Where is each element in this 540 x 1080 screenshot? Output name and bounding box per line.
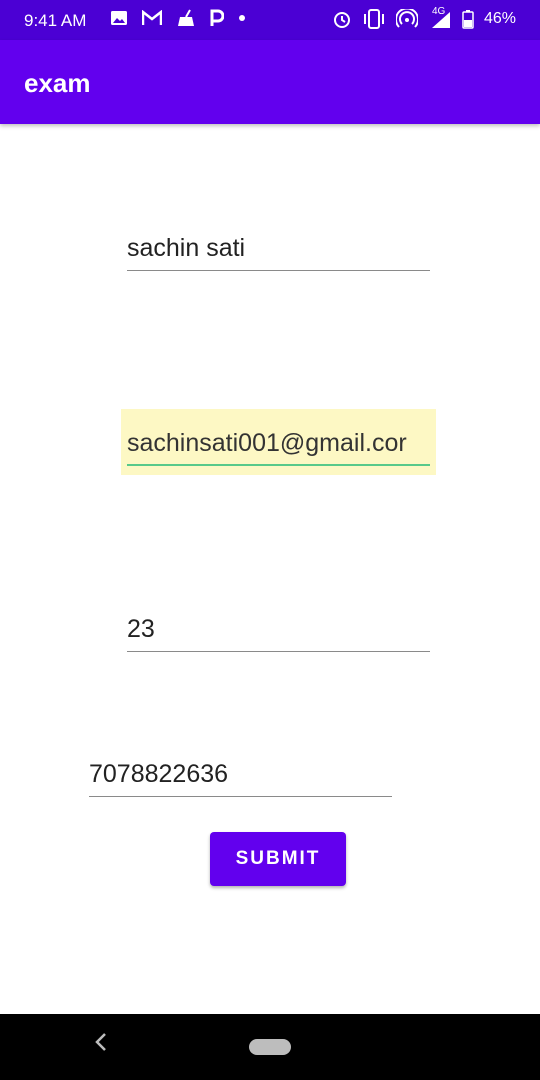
app-title: exam (24, 68, 91, 98)
status-bar: 9:41 AM 4G 46% (0, 0, 540, 40)
back-icon[interactable] (94, 1032, 108, 1052)
alarm-icon (332, 9, 352, 29)
signal-icon: 4G (428, 6, 452, 29)
battery-percent: 46% (483, 10, 516, 27)
name-input[interactable]: sachin sati (127, 234, 430, 271)
paytm-icon (210, 9, 224, 27)
status-time: 9:41 AM (24, 11, 87, 30)
home-pill-icon[interactable] (249, 1039, 291, 1055)
vibrate-icon (362, 9, 386, 29)
submit-button[interactable]: SUBMIT (210, 832, 346, 886)
network-type: 4G (431, 6, 446, 17)
battery-icon (462, 9, 474, 29)
email-field-container: sachinsati001@gmail.cor (121, 409, 436, 475)
email-input[interactable]: sachinsati001@gmail.cor (127, 429, 430, 466)
image-icon (110, 9, 128, 27)
age-input[interactable]: 23 (127, 615, 430, 652)
hotspot-icon (395, 9, 418, 29)
broom-icon (176, 9, 196, 27)
navigation-bar (0, 1014, 540, 1080)
app-bar: exam (0, 40, 540, 124)
notification-icons (110, 9, 246, 27)
phone-input[interactable]: 7078822636 (89, 760, 392, 797)
gmail-icon (142, 10, 162, 26)
dot-icon (238, 14, 246, 22)
system-status-icons: 4G 46% (332, 6, 516, 29)
